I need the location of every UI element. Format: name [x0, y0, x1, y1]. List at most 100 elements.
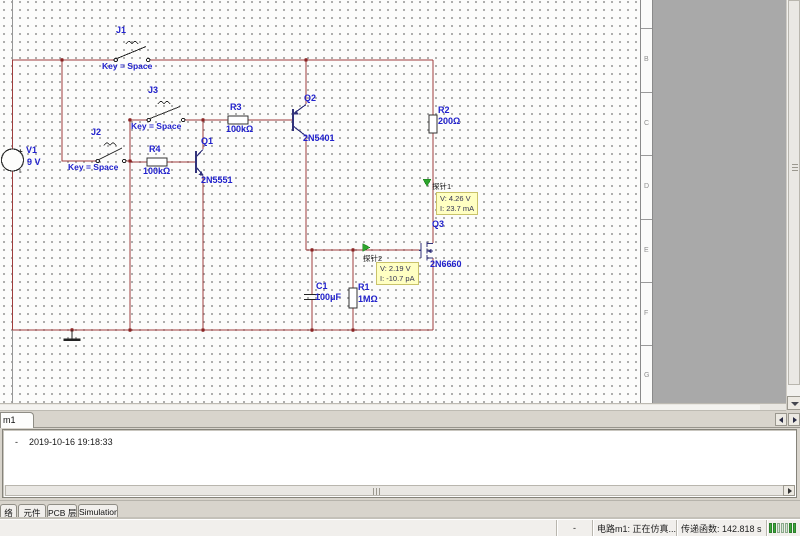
- frame-tick: [641, 92, 652, 93]
- tab-sheet-m1[interactable]: m1: [0, 412, 34, 428]
- v1-minus-sign: -: [19, 168, 22, 175]
- frame-zone-letter: B: [644, 56, 649, 63]
- frame-zone-letter: C: [644, 120, 649, 127]
- status-dash: -: [556, 520, 592, 536]
- r3-ref-label[interactable]: R3: [230, 102, 242, 112]
- ground-symbol[interactable]: [64, 330, 81, 340]
- progress-segment: [777, 523, 780, 533]
- log-horizontal-scrollbar[interactable]: [4, 485, 795, 496]
- status-simulation-state: 电路m1: 正在仿真...: [592, 520, 676, 536]
- progress-segment: [785, 523, 788, 533]
- probe2-current: I: -10.7 pA: [380, 274, 415, 284]
- scrollbar-grip-icon: [792, 164, 798, 165]
- frame-zone-letter: F: [644, 310, 648, 317]
- c1-ref-label[interactable]: C1: [316, 281, 328, 291]
- j1-key-label[interactable]: Key = Space: [102, 61, 152, 71]
- q3-value-label[interactable]: 2N6660: [430, 259, 462, 269]
- scroll-down-button[interactable]: [787, 396, 800, 410]
- tab-components[interactable]: 元件: [18, 504, 46, 519]
- j2-ref-label[interactable]: J2: [91, 127, 101, 137]
- frame-zone-letter: G: [644, 372, 649, 379]
- status-bar: - 电路m1: 正在仿真... 传递函数: 142.818 s: [0, 519, 800, 536]
- component-r1-resistor[interactable]: [349, 288, 357, 308]
- sheet-tab-strip: m1: [0, 411, 800, 428]
- frame-tick: [641, 345, 652, 346]
- arrow-right-icon: [793, 417, 797, 423]
- component-j2-switch[interactable]: [96, 143, 126, 163]
- probe1-voltage: V: 4.26 V: [440, 194, 474, 204]
- progress-segment: [789, 523, 792, 533]
- wires[interactable]: [13, 60, 434, 330]
- r4-ref-label[interactable]: R4: [149, 144, 161, 154]
- status-transfer-function: 传递函数: 142.818 s: [676, 520, 766, 536]
- r1-value-label[interactable]: 1MΩ: [358, 294, 378, 304]
- tab-scroll-left-button[interactable]: [775, 413, 787, 426]
- schematic-sheet[interactable]: + V1 9 V - J1 Key = Space J3 Key = Space…: [0, 0, 640, 403]
- vertical-scrollbar-thumb[interactable]: [788, 0, 800, 385]
- multisim-window: + V1 9 V - J1 Key = Space J3 Key = Space…: [0, 0, 800, 536]
- component-r4-resistor[interactable]: [147, 158, 167, 166]
- component-q1-transistor[interactable]: [196, 150, 204, 177]
- component-r3-resistor[interactable]: [228, 116, 248, 124]
- probe1-label[interactable]: 探针1: [432, 181, 451, 192]
- component-q3-mosfet[interactable]: [419, 242, 433, 261]
- log-panel[interactable]: -2019-10-16 19:18:33: [2, 429, 797, 498]
- log-scrollbar-thumb[interactable]: [5, 485, 784, 496]
- frame-zone-letter: E: [644, 247, 649, 254]
- progress-segment: [773, 523, 776, 533]
- v1-value-label[interactable]: 9 V: [27, 157, 41, 167]
- r1-ref-label[interactable]: R1: [358, 282, 370, 292]
- component-j1-switch[interactable]: [114, 42, 150, 62]
- q3-ref-label[interactable]: Q3: [432, 219, 444, 229]
- q2-ref-label[interactable]: Q2: [304, 93, 316, 103]
- sheet-frame-strip: B C D E F G: [640, 0, 653, 403]
- log-timestamp: 2019-10-16 19:18:33: [29, 437, 113, 447]
- frame-zone-letter: D: [644, 183, 649, 190]
- j3-key-label[interactable]: Key = Space: [131, 121, 181, 131]
- status-empty-area: [0, 520, 556, 536]
- schematic-canvas[interactable]: + V1 9 V - J1 Key = Space J3 Key = Space…: [0, 0, 800, 403]
- j1-ref-label[interactable]: J1: [116, 25, 126, 35]
- q1-ref-label[interactable]: Q1: [201, 136, 213, 146]
- r2-value-label[interactable]: 200Ω: [438, 116, 460, 126]
- progress-indicator: [766, 520, 800, 536]
- progress-segment: [769, 523, 772, 533]
- frame-tick: [641, 28, 652, 29]
- vertical-scrollbar[interactable]: [786, 0, 800, 410]
- log-scroll-right-button[interactable]: [783, 485, 795, 496]
- v1-plus-sign: +: [18, 148, 23, 155]
- probe1-current: I: 23.7 mA: [440, 204, 474, 214]
- q2-value-label[interactable]: 2N5401: [303, 133, 335, 143]
- r3-value-label[interactable]: 100kΩ: [226, 124, 253, 134]
- tab-nets[interactable]: 络: [0, 504, 17, 519]
- arrow-down-icon: [791, 402, 799, 406]
- progress-segment: [793, 523, 796, 533]
- frame-tick: [641, 155, 652, 156]
- schematic-drawing[interactable]: [0, 0, 640, 403]
- probe2-value-box[interactable]: V: 2.19 V I: -10.7 pA: [376, 262, 419, 285]
- j2-key-label[interactable]: Key = Space: [68, 162, 118, 172]
- tab-scroll-right-button[interactable]: [788, 413, 800, 426]
- log-entry: -2019-10-16 19:18:33: [15, 437, 113, 447]
- r2-ref-label[interactable]: R2: [438, 105, 450, 115]
- horizontal-scrollbar[interactable]: [0, 403, 786, 411]
- arrow-left-icon: [779, 417, 783, 423]
- probe1-value-box[interactable]: V: 4.26 V I: 23.7 mA: [436, 192, 478, 215]
- probe1-arrow-icon[interactable]: [423, 179, 431, 187]
- tab-simulation[interactable]: Simulation: [78, 504, 118, 519]
- log-bullet: -: [15, 437, 29, 447]
- component-q2-transistor[interactable]: [293, 105, 306, 137]
- j3-ref-label[interactable]: J3: [148, 85, 158, 95]
- frame-tick: [641, 282, 652, 283]
- progress-segment: [781, 523, 784, 533]
- component-r2-resistor[interactable]: [429, 115, 437, 133]
- tab-pcb-layers[interactable]: PCB 层: [47, 504, 77, 519]
- v1-ref-label[interactable]: V1: [26, 145, 37, 155]
- component-j3-switch[interactable]: [147, 102, 185, 122]
- horizontal-scrollbar-thumb[interactable]: [0, 405, 760, 410]
- q1-value-label[interactable]: 2N5551: [201, 175, 233, 185]
- r4-value-label[interactable]: 100kΩ: [143, 166, 170, 176]
- frame-tick: [641, 219, 652, 220]
- c1-value-label[interactable]: 100μF: [315, 292, 341, 302]
- arrow-right-icon: [788, 488, 792, 494]
